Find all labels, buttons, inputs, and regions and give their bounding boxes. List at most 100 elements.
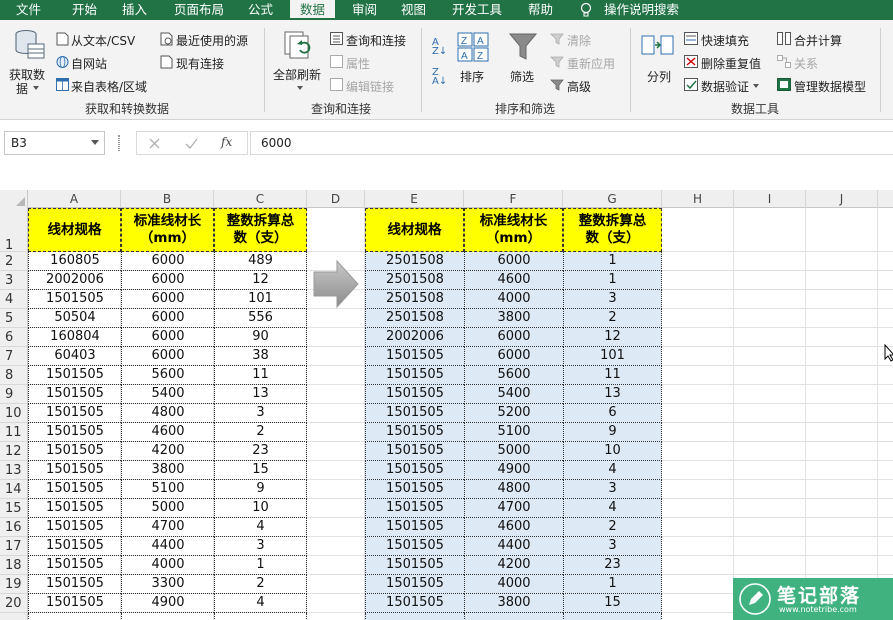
- filter-button[interactable]: 筛选: [510, 68, 534, 85]
- data-validation-button[interactable]: 数据验证: [701, 78, 749, 95]
- flash-fill-button[interactable]: 快速填充: [701, 32, 749, 49]
- worksheet-grid[interactable]: ABCDEFGHIJ 1 2 3 4 5 6 7 8 9 10 11 12 13 14 15 16 17 18 19…: [0, 190, 893, 620]
- select-all-corner[interactable]: [0, 190, 28, 208]
- sort-za-icon[interactable]: Z A↓: [432, 68, 447, 87]
- row-header-18[interactable]: 18: [0, 556, 28, 575]
- right_table-cell[interactable]: 4: [563, 499, 662, 518]
- right_table-cell[interactable]: 4: [563, 461, 662, 480]
- left_table-cell[interactable]: 1501505: [28, 404, 121, 423]
- left_table-cell[interactable]: 101: [214, 290, 307, 309]
- right_table-cell[interactable]: 4800: [464, 480, 563, 499]
- left_table-cell[interactable]: 23: [214, 442, 307, 461]
- right_table-cell[interactable]: 13: [563, 385, 662, 404]
- left_table-cell[interactable]: 9: [214, 480, 307, 499]
- left_table-cell[interactable]: 6000: [121, 347, 214, 366]
- clear-button[interactable]: 清除: [567, 32, 591, 49]
- right_table-cell[interactable]: 1501505: [365, 480, 464, 499]
- name-box[interactable]: B3: [4, 131, 105, 155]
- left_table-cell[interactable]: 6000: [121, 271, 214, 290]
- left_table-cell[interactable]: 5600: [121, 366, 214, 385]
- left_table-cell[interactable]: 1501505: [28, 366, 121, 385]
- left_table-cell[interactable]: 15: [214, 461, 307, 480]
- right_table-cell-partial[interactable]: [365, 613, 464, 620]
- formula-bar-resize-handle[interactable]: [118, 135, 120, 151]
- tab-formulas[interactable]: 公式: [248, 0, 273, 20]
- insert-function-icon[interactable]: fx: [221, 135, 232, 149]
- manage-data-model-button[interactable]: 管理数据模型: [794, 78, 866, 95]
- right_table-cell[interactable]: 3800: [464, 594, 563, 613]
- left_table-cell[interactable]: 10: [214, 499, 307, 518]
- right_table-cell[interactable]: 4600: [464, 271, 563, 290]
- left_table-cell[interactable]: 5100: [121, 480, 214, 499]
- column-header-g[interactable]: G: [563, 190, 662, 208]
- right_table-cell[interactable]: 1501505: [365, 499, 464, 518]
- right_table-cell[interactable]: 4700: [464, 499, 563, 518]
- left_table-cell[interactable]: 4600: [121, 423, 214, 442]
- right_table-header-cell[interactable]: 整数拆算总 数（支）: [563, 208, 662, 252]
- right_table-cell[interactable]: 1501505: [365, 461, 464, 480]
- right_table-cell[interactable]: 5000: [464, 442, 563, 461]
- left_table-cell[interactable]: 5400: [121, 385, 214, 404]
- sort-button[interactable]: 排序: [460, 68, 484, 85]
- right_table-cell[interactable]: 2501508: [365, 309, 464, 328]
- left_table-cell-partial[interactable]: [28, 613, 121, 620]
- column-header-i[interactable]: I: [734, 190, 806, 208]
- left_table-cell[interactable]: 6000: [121, 290, 214, 309]
- left_table-cell[interactable]: 6000: [121, 252, 214, 271]
- left_table-cell[interactable]: 3300: [121, 575, 214, 594]
- left_table-cell[interactable]: 50504: [28, 309, 121, 328]
- row-header-20[interactable]: 20: [0, 594, 28, 613]
- left_table-cell[interactable]: 1501505: [28, 537, 121, 556]
- left_table-cell[interactable]: 6000: [121, 309, 214, 328]
- tab-insert[interactable]: 插入: [122, 0, 147, 20]
- column-header-d[interactable]: D: [307, 190, 365, 208]
- right_table-cell[interactable]: 3800: [464, 309, 563, 328]
- right_table-cell[interactable]: 1501505: [365, 518, 464, 537]
- right_table-cell[interactable]: 1501505: [365, 404, 464, 423]
- right_table-cell[interactable]: 2501508: [365, 271, 464, 290]
- right_table-cell[interactable]: 1501505: [365, 575, 464, 594]
- right_table-cell[interactable]: 1501505: [365, 556, 464, 575]
- left_table-cell[interactable]: 90: [214, 328, 307, 347]
- left_table-cell[interactable]: 489: [214, 252, 307, 271]
- reapply-button[interactable]: 重新应用: [567, 55, 615, 72]
- left_table-cell[interactable]: 4: [214, 518, 307, 537]
- left_table-cell[interactable]: 2: [214, 575, 307, 594]
- right_table-cell[interactable]: 12: [563, 328, 662, 347]
- right_table-cell[interactable]: 4000: [464, 575, 563, 594]
- left_table-cell[interactable]: 1: [214, 556, 307, 575]
- left_table-cell[interactable]: 2: [214, 423, 307, 442]
- consolidate-button[interactable]: 合并计算: [794, 32, 842, 49]
- left_table-cell[interactable]: 3800: [121, 461, 214, 480]
- right_table-cell[interactable]: 3: [563, 537, 662, 556]
- right_table-cell[interactable]: 2: [563, 518, 662, 537]
- right_table-cell[interactable]: 6000: [464, 328, 563, 347]
- left_table-cell[interactable]: 160804: [28, 328, 121, 347]
- left_table-cell[interactable]: 1501505: [28, 594, 121, 613]
- left_table-cell[interactable]: 1501505: [28, 290, 121, 309]
- row-header-14[interactable]: 14: [0, 480, 28, 499]
- row-header-6[interactable]: 6: [0, 328, 28, 347]
- right_table-cell[interactable]: 1501505: [365, 347, 464, 366]
- row-header-11[interactable]: 11: [0, 423, 28, 442]
- from-text-csv-button[interactable]: 从文本/CSV: [71, 32, 135, 49]
- left_table-cell-partial[interactable]: [214, 613, 307, 620]
- right_table-cell[interactable]: 5100: [464, 423, 563, 442]
- left_table-cell[interactable]: 5000: [121, 499, 214, 518]
- column-header-c[interactable]: C: [214, 190, 307, 208]
- right_table-cell[interactable]: 10: [563, 442, 662, 461]
- edit-links-button[interactable]: 编辑链接: [346, 78, 394, 95]
- right_table-cell[interactable]: 1501505: [365, 423, 464, 442]
- right_table-cell[interactable]: 2: [563, 309, 662, 328]
- right_table-cell-partial[interactable]: [563, 613, 662, 620]
- row-header-16[interactable]: 16: [0, 518, 28, 537]
- right_table-cell[interactable]: 5200: [464, 404, 563, 423]
- left_table-cell[interactable]: 3: [214, 404, 307, 423]
- left_table-cell[interactable]: 1501505: [28, 575, 121, 594]
- row-header-5[interactable]: 5: [0, 309, 28, 328]
- tab-page-layout[interactable]: 页面布局: [174, 0, 224, 20]
- queries-connections-button[interactable]: 查询和连接: [346, 32, 406, 49]
- row-header-4[interactable]: 4: [0, 290, 28, 309]
- tab-file[interactable]: 文件: [16, 0, 41, 20]
- right_table-cell[interactable]: 1501505: [365, 366, 464, 385]
